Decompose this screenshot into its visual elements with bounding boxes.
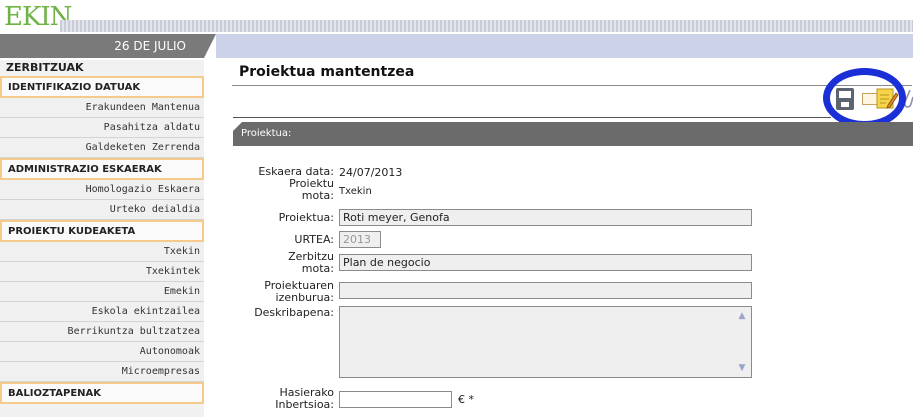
sidebar-item-pasahitza-aldatu[interactable]: Pasahitza aldatu	[0, 118, 204, 138]
deskribapena-label: Deskribapena:	[254, 306, 334, 319]
sidebar-item-autonomoak[interactable]: Autonomoak	[0, 342, 204, 362]
current-date: 26 DE JULIO	[114, 39, 186, 53]
eskaera-data-value: 24/07/2013	[339, 166, 403, 179]
sidebar-item-galdeketen-zerrenda[interactable]: Galdeketen Zerrenda	[0, 138, 204, 158]
header-stripe	[60, 20, 913, 32]
zerbitzu-mota-field[interactable]: Plan de negocio	[339, 254, 752, 271]
sidebar-item-homologazio-eskaera[interactable]: Homologazio Eskaera	[0, 180, 204, 200]
sidebar-item-urteko-deialdia[interactable]: Urteko deialdia	[0, 200, 204, 220]
proiektu-mota-label: Proiektu mota:	[289, 177, 334, 202]
sidebar-item-eskola-ekintzailea[interactable]: Eskola ekintzailea	[0, 302, 204, 322]
sidebar-section-identifikazio[interactable]: IDENTIFIKAZIO DATUAK	[0, 76, 204, 98]
section-header: Proiektua:	[232, 122, 913, 146]
sidebar-section-administrazio[interactable]: ADMINISTRAZIO ESKAERAK	[0, 158, 204, 180]
izenburua-field[interactable]	[339, 282, 752, 299]
page-title: Proiektua mantentzea	[239, 64, 415, 80]
sidebar-item-txekin[interactable]: Txekin	[0, 242, 204, 262]
sidebar-item-berrikuntza-bultzatzea[interactable]: Berrikuntza bultzatzea	[0, 322, 204, 342]
toolbar-area	[233, 87, 831, 118]
zerbitzu-mota-label: Zerbitzu mota:	[288, 250, 334, 275]
deskribapena-textarea[interactable]: ▲ ▼	[339, 306, 752, 378]
izenburua-label: Proiektuaren izenburua:	[264, 279, 334, 304]
sidebar-section-balioztapenak[interactable]: BALIOZTAPENAK	[0, 382, 204, 404]
sidebar-item-microempresas[interactable]: Microempresas	[0, 362, 204, 382]
proiektua-field[interactable]: Roti meyer, Genofa	[339, 209, 752, 226]
proiektua-label: Proiektua:	[278, 211, 334, 224]
inbertsioa-label: Hasierako Inbertsioa:	[275, 386, 334, 411]
date-bar: 26 DE JULIO	[0, 34, 216, 58]
sidebar: ZERBITZUAK IDENTIFIKAZIO DATUAK Erakunde…	[0, 60, 204, 417]
title-divider	[232, 85, 912, 86]
header-blue-bar	[216, 34, 913, 58]
sidebar-item-erakundeen-mantenua[interactable]: Erakundeen Mantenua	[0, 98, 204, 118]
sidebar-item-emekin[interactable]: Emekin	[0, 282, 204, 302]
highlight-circle	[823, 68, 906, 128]
urtea-label: URTEA:	[294, 233, 334, 246]
inbertsioa-suffix: € *	[458, 393, 474, 406]
urtea-field[interactable]: 2013	[339, 231, 381, 248]
scroll-up-icon[interactable]: ▲	[735, 309, 749, 323]
proiektu-mota-value: Txekin	[339, 186, 372, 197]
scroll-down-icon[interactable]: ▼	[735, 361, 749, 375]
sidebar-section-proiektu-kudeaketa[interactable]: PROIEKTU KUDEAKETA	[0, 220, 204, 242]
sidebar-item-txekintek[interactable]: Txekintek	[0, 262, 204, 282]
section-label: Proiektua:	[241, 128, 292, 139]
inbertsioa-field[interactable]	[339, 391, 452, 408]
sidebar-title: ZERBITZUAK	[6, 61, 84, 74]
